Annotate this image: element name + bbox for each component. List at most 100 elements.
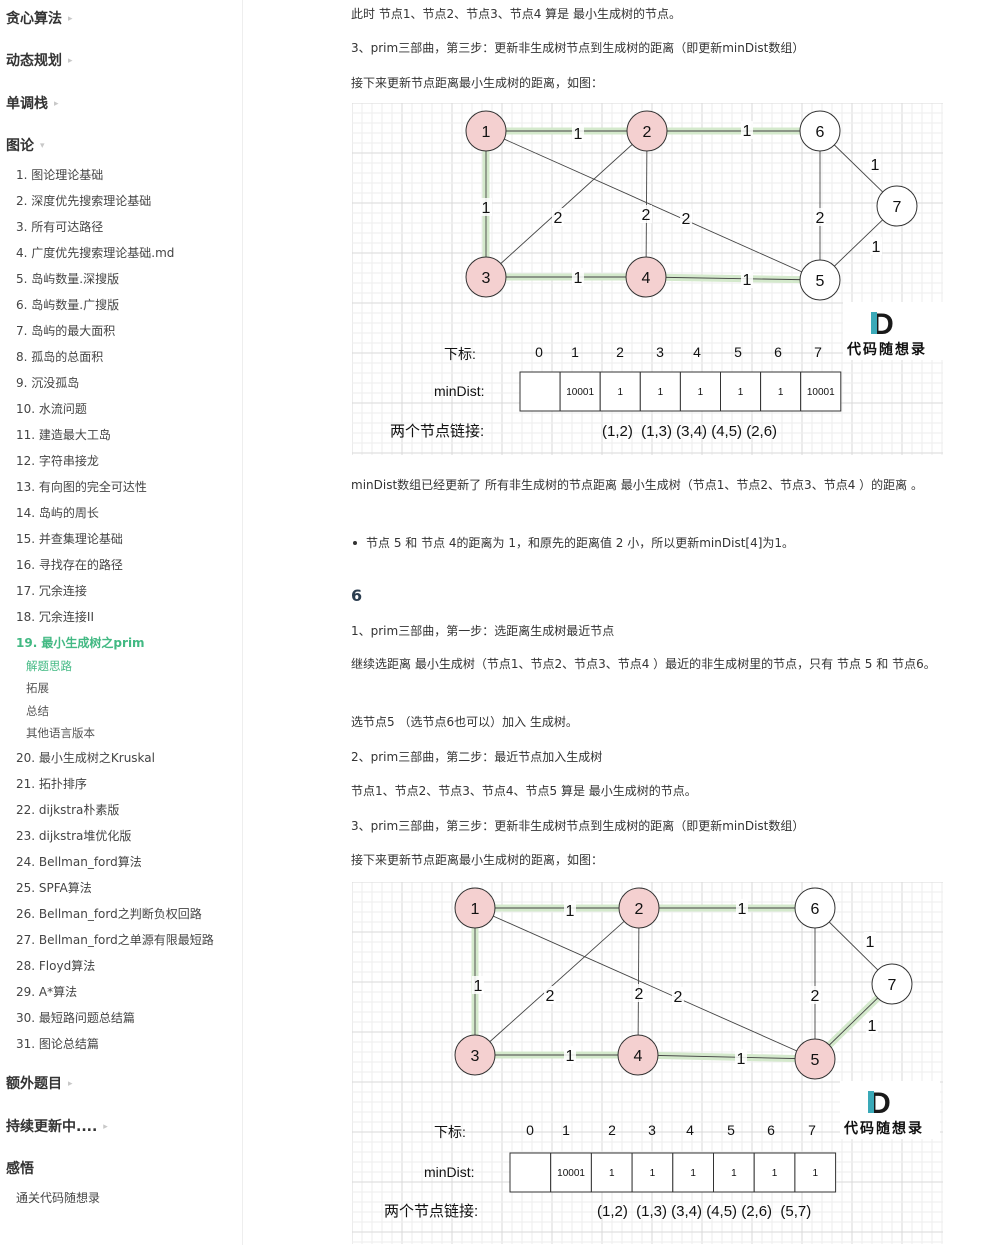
sidebar: 贪心算法 ▸ 动态规划 ▸ 单调栈 ▸ 图论 ▾ 1. 图论理论基础 2. 深度优先搜索理论基础 3… [0, 0, 243, 1245]
edge-weight-label: 2 [546, 988, 555, 1005]
sidebar-item[interactable]: 30. 最短路问题总结篇 [16, 1009, 135, 1026]
sidebar-item[interactable]: 23. dijkstra堆优化版 [16, 827, 131, 844]
sidebar-item[interactable]: 9. 沉没孤岛 [16, 374, 79, 391]
sidebar-item[interactable]: 2. 深度优先搜索理论基础 [16, 192, 151, 209]
sidebar-item[interactable]: 18. 冗余连接II [16, 608, 94, 625]
index-cell: 3 [656, 344, 664, 360]
sidebar-item[interactable]: 11. 建造最大工岛 [16, 426, 111, 443]
sidebar-item[interactable]: 6. 岛屿数量.广搜版 [16, 296, 119, 313]
edge-weight-label: 2 [811, 988, 820, 1005]
sidebar-item[interactable]: 29. A*算法 [16, 983, 77, 1000]
sidebar-item[interactable]: 7. 岛屿的最大面积 [16, 322, 115, 339]
sidebar-section[interactable]: 单调栈 ▸ [6, 93, 59, 113]
bullet-dot [353, 540, 357, 545]
sidebar-item[interactable]: 4. 广度优先搜索理论基础.md [16, 244, 174, 261]
mindist-value: 1 [609, 1168, 615, 1179]
list-item-text: 节点 5 和 节点 4的距离为 1，和原先的距离值 2 小，所以更新minDis… [366, 536, 795, 550]
sidebar-section[interactable]: 额外题目 ▸ [6, 1073, 73, 1093]
sidebar-section[interactable]: 动态规划 ▸ [6, 50, 73, 70]
edge-weight-label: 2 [554, 210, 563, 227]
chevron-right-icon: ▸ [68, 1079, 73, 1089]
sidebar-section-label: 图论 [6, 138, 34, 154]
index-cell: 5 [734, 344, 742, 360]
mindist-row-label: minDist: [424, 1164, 475, 1180]
index-cell: 5 [727, 1122, 735, 1138]
sidebar-item[interactable]: 20. 最小生成树之Kruskal [16, 749, 155, 766]
sidebar-item[interactable]: 27. Bellman_ford之单源有限最短路 [16, 931, 214, 948]
edge-weight-label: 1 [868, 1018, 877, 1035]
sidebar-subitem[interactable]: 总结 [26, 703, 49, 719]
index-cell: 1 [562, 1122, 570, 1138]
sidebar-item[interactable]: 16. 寻找存在的路径 [16, 556, 123, 573]
sidebar-item[interactable]: 12. 字符串接龙 [16, 452, 99, 469]
sidebar-item[interactable]: 31. 图论总结篇 [16, 1035, 99, 1052]
index-row-label: 下标: [444, 346, 476, 362]
mindist-value: 1 [772, 1168, 778, 1179]
index-cell: 0 [535, 344, 543, 360]
paragraph: 选节点5 （选节点6也可以）加入 生成树。 [351, 715, 578, 729]
sidebar-item[interactable]: 1. 图论理论基础 [16, 166, 103, 183]
sidebar-item[interactable]: 19. 最小生成树之prim [16, 634, 145, 651]
sidebar-item[interactable]: 14. 岛屿的周长 [16, 504, 99, 521]
mindist-cell [509, 1152, 552, 1193]
mindist-value: 1 [658, 387, 664, 398]
sidebar-item[interactable]: 26. Bellman_ford之判断负权回路 [16, 905, 202, 922]
chevron-down-icon: ▾ [40, 141, 45, 151]
graph-node-label: 3 [482, 270, 491, 287]
mindist-value: 10001 [566, 387, 594, 398]
prim-graph-figure-2: 1 1 1 2 2 2 1 1 1 2 1 1 2 3 4 5 6 7 D 代码随想录 下标: 0 1 2 3 4 5 6 7 minDi… [351, 881, 943, 1244]
sidebar-item[interactable]: 21. 拓扑排序 [16, 775, 87, 792]
sidebar-item[interactable]: 25. SPFA算法 [16, 879, 92, 896]
edge-weight-label: 1 [866, 934, 875, 951]
sidebar-item[interactable]: 10. 水流问题 [16, 400, 87, 417]
paragraph: 节点1、节点2、节点3、节点4、节点5 算是 最小生成树的节点。 [351, 784, 697, 798]
sidebar-item[interactable]: 8. 孤岛的总面积 [16, 348, 103, 365]
edge-weight-label: 1 [474, 978, 483, 995]
edge-weight-label: 2 [635, 986, 644, 1003]
edge-weight-label: 1 [574, 270, 583, 287]
sidebar-section-label: 持续更新中.... [6, 1119, 98, 1135]
sidebar-subitem[interactable]: 其他语言版本 [26, 725, 95, 741]
sidebar-subitem[interactable]: 解题思路 [26, 658, 72, 674]
index-row-label: 下标: [434, 1124, 466, 1140]
sidebar-item[interactable]: 15. 并查集理论基础 [16, 530, 123, 547]
sidebar-section[interactable]: 贪心算法 ▸ [6, 8, 73, 28]
index-cell: 4 [693, 344, 701, 360]
sidebar-item[interactable]: 24. Bellman_ford算法 [16, 853, 142, 870]
graph-node-label: 6 [811, 901, 820, 918]
index-cell: 1 [571, 344, 579, 360]
index-cell: 6 [767, 1122, 775, 1138]
list-item: 节点 5 和 节点 4的距离为 1，和原先的距离值 2 小，所以更新minDis… [351, 534, 794, 551]
graph-node-label: 5 [816, 273, 825, 290]
links-row-value: (1,2) (1,3) (3,4) (4,5) (2,6) [602, 423, 777, 440]
sidebar-section-label: 单调栈 [6, 96, 48, 112]
sidebar-item[interactable]: 13. 有向图的完全可达性 [16, 478, 147, 495]
sidebar-subitem[interactable]: 拓展 [26, 680, 49, 696]
sidebar-item[interactable]: 17. 冗余连接 [16, 582, 87, 599]
sidebar-item[interactable]: 5. 岛屿数量.深搜版 [16, 270, 119, 287]
index-cell: 2 [616, 344, 624, 360]
links-row-label: 两个节点链接: [390, 423, 484, 440]
sidebar-item[interactable]: 28. Floyd算法 [16, 957, 95, 974]
graph-node-label: 7 [888, 977, 897, 994]
index-cell: 0 [526, 1122, 534, 1138]
chevron-right-icon: ▸ [68, 14, 73, 24]
sidebar-item[interactable]: 3. 所有可达路径 [16, 218, 103, 235]
sidebar-section-label: 动态规划 [6, 53, 62, 69]
index-cell: 2 [608, 1122, 616, 1138]
mindist-value: 1 [650, 1168, 656, 1179]
mindist-value: 1 [812, 1168, 818, 1179]
sidebar-item[interactable]: 通关代码随想录 [16, 1189, 100, 1206]
sidebar-section[interactable]: 持续更新中.... ▸ [6, 1116, 108, 1136]
mindist-row-label: minDist: [434, 383, 485, 399]
graph-node-label: 3 [471, 1048, 480, 1065]
sidebar-section[interactable]: 图论 ▾ [6, 135, 45, 155]
sidebar-item[interactable]: 22. dijkstra朴素版 [16, 801, 119, 818]
edge-weight-label: 1 [566, 1048, 575, 1065]
mindist-cell [519, 371, 561, 412]
mindist-value: 1 [617, 387, 623, 398]
sidebar-section[interactable]: 感悟 [6, 1158, 34, 1178]
section-heading[interactable]: 6 [351, 586, 362, 605]
graph-node-label: 4 [634, 1048, 643, 1065]
paragraph: 1、prim三部曲，第一步：选距离生成树最近节点 [351, 624, 615, 638]
